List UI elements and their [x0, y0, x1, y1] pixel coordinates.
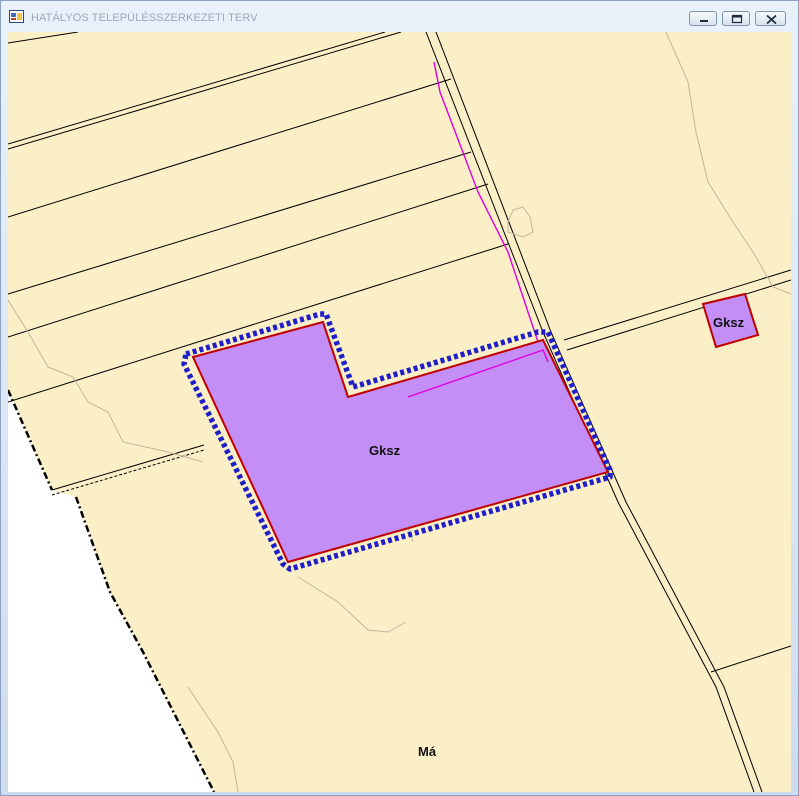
restore-icon: [731, 14, 743, 24]
minimize-icon: [700, 20, 708, 22]
restore-button[interactable]: [722, 11, 750, 26]
close-button[interactable]: [755, 11, 786, 26]
app-map-icon[interactable]: [9, 10, 25, 24]
utility-line: [433, 61, 549, 363]
minimize-button[interactable]: [689, 11, 717, 26]
close-icon: [766, 14, 777, 25]
zone-label-small: Gksz: [713, 315, 745, 330]
window-title: HATÁLYOS TELEPÜLÉSSZERKEZETI TERV: [31, 12, 258, 24]
title-bar[interactable]: HATÁLYOS TELEPÜLÉSSZERKEZETI TERV: [1, 1, 798, 32]
parcel-lines: [8, 32, 791, 673]
map-canvas[interactable]: Gksz Gksz Má: [8, 32, 791, 792]
app-window: HATÁLYOS TELEPÜLÉSSZERKEZETI TERV Gksz G…: [0, 0, 799, 796]
zone-label-south: Má: [418, 744, 437, 759]
zone-label-main: Gksz: [369, 443, 401, 458]
